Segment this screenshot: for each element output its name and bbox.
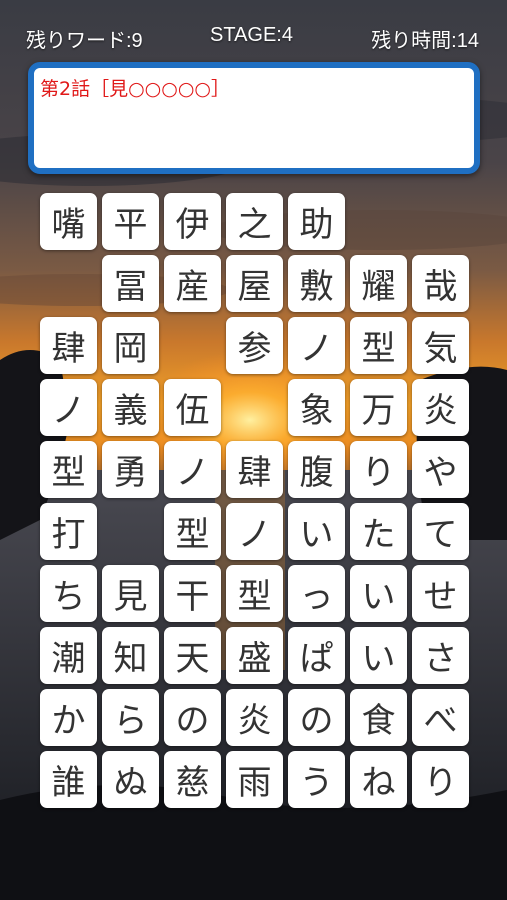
letter-tile[interactable]: 炎 (412, 379, 469, 436)
letter-tile[interactable]: 勇 (102, 441, 159, 498)
letter-tile[interactable]: せ (412, 565, 469, 622)
letter-tile[interactable]: 屋 (226, 255, 283, 312)
letter-tile[interactable]: 知 (102, 627, 159, 684)
letter-tile[interactable]: 盛 (226, 627, 283, 684)
letter-tile[interactable]: 慈 (164, 751, 221, 808)
letter-tile[interactable]: 潮 (40, 627, 97, 684)
letter-tile[interactable]: て (412, 503, 469, 560)
letter-grid: 嘴平伊之助冨産屋敷耀哉肆岡参ノ型気ノ義伍象万炎型勇ノ肆腹りや打型ノいたてち見干型… (0, 0, 507, 900)
letter-tile[interactable]: 之 (226, 193, 283, 250)
letter-tile[interactable]: 嘴 (40, 193, 97, 250)
letter-tile[interactable]: 打 (40, 503, 97, 560)
letter-tile[interactable]: 肆 (40, 317, 97, 374)
letter-tile[interactable]: 哉 (412, 255, 469, 312)
letter-tile[interactable]: や (412, 441, 469, 498)
letter-tile[interactable]: 型 (40, 441, 97, 498)
letter-tile[interactable]: 食 (350, 689, 407, 746)
letter-tile[interactable]: 型 (164, 503, 221, 560)
letter-tile[interactable]: 腹 (288, 441, 345, 498)
letter-tile[interactable]: 岡 (102, 317, 159, 374)
letter-tile[interactable]: 伊 (164, 193, 221, 250)
letter-tile[interactable]: 天 (164, 627, 221, 684)
letter-tile[interactable]: か (40, 689, 97, 746)
letter-tile[interactable]: 象 (288, 379, 345, 436)
letter-tile[interactable]: ぬ (102, 751, 159, 808)
letter-tile[interactable]: ち (40, 565, 97, 622)
letter-tile[interactable]: 伍 (164, 379, 221, 436)
letter-tile[interactable]: 炎 (226, 689, 283, 746)
letter-tile[interactable]: 雨 (226, 751, 283, 808)
letter-tile[interactable]: い (350, 565, 407, 622)
letter-tile[interactable]: 義 (102, 379, 159, 436)
letter-tile[interactable]: 見 (102, 565, 159, 622)
letter-tile[interactable]: 産 (164, 255, 221, 312)
letter-tile[interactable]: 万 (350, 379, 407, 436)
letter-tile[interactable]: さ (412, 627, 469, 684)
letter-tile[interactable]: の (164, 689, 221, 746)
letter-tile[interactable]: 平 (102, 193, 159, 250)
letter-tile[interactable]: 誰 (40, 751, 97, 808)
letter-tile[interactable]: 冨 (102, 255, 159, 312)
letter-tile[interactable]: 助 (288, 193, 345, 250)
letter-tile[interactable]: い (288, 503, 345, 560)
letter-tile[interactable]: ノ (288, 317, 345, 374)
letter-tile[interactable]: 敷 (288, 255, 345, 312)
letter-tile[interactable]: り (350, 441, 407, 498)
letter-tile[interactable]: ぱ (288, 627, 345, 684)
letter-tile[interactable]: の (288, 689, 345, 746)
letter-tile[interactable]: ノ (40, 379, 97, 436)
letter-tile[interactable]: ら (102, 689, 159, 746)
letter-tile[interactable]: べ (412, 689, 469, 746)
letter-tile[interactable]: 型 (350, 317, 407, 374)
letter-tile[interactable]: た (350, 503, 407, 560)
letter-tile[interactable]: ノ (164, 441, 221, 498)
letter-tile[interactable]: い (350, 627, 407, 684)
letter-tile[interactable]: 気 (412, 317, 469, 374)
letter-tile[interactable]: っ (288, 565, 345, 622)
letter-tile[interactable]: ノ (226, 503, 283, 560)
letter-tile[interactable]: う (288, 751, 345, 808)
letter-tile[interactable]: 干 (164, 565, 221, 622)
letter-tile[interactable]: り (412, 751, 469, 808)
letter-tile[interactable]: ね (350, 751, 407, 808)
letter-tile[interactable]: 耀 (350, 255, 407, 312)
letter-tile[interactable]: 参 (226, 317, 283, 374)
letter-tile[interactable]: 型 (226, 565, 283, 622)
letter-tile[interactable]: 肆 (226, 441, 283, 498)
